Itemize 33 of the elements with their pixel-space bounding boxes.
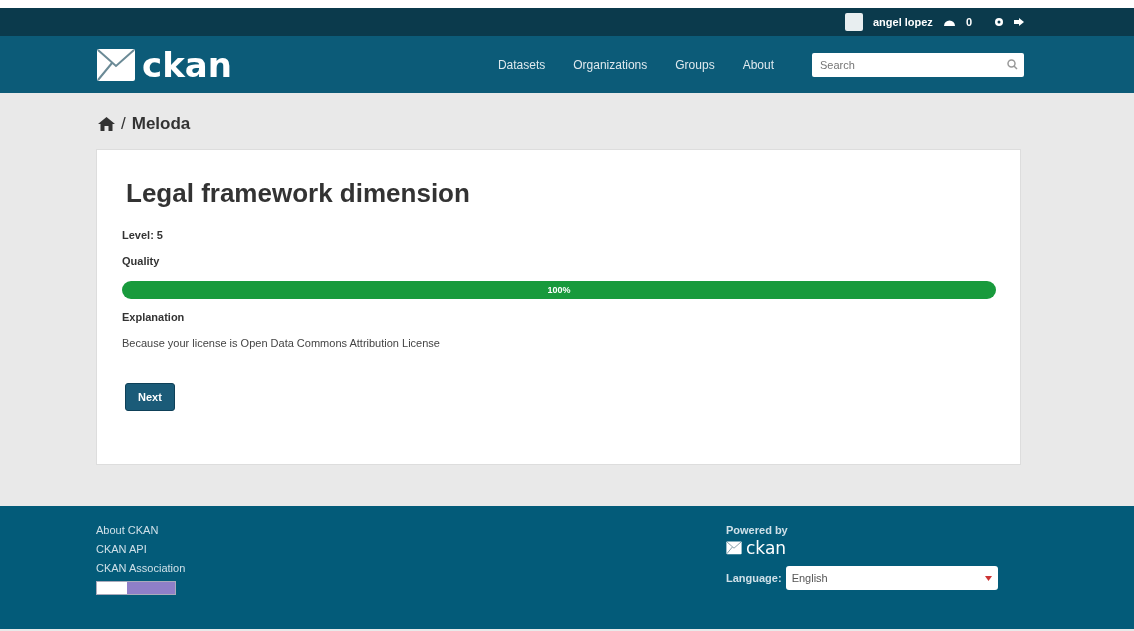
next-button[interactable]: Next: [125, 383, 175, 411]
user-name[interactable]: angel lopez: [872, 16, 933, 28]
logout-icon[interactable]: [1014, 18, 1024, 26]
page-title: Legal framework dimension: [126, 178, 471, 209]
search-icon[interactable]: [1007, 59, 1018, 70]
footer-link[interactable]: About CKAN: [96, 524, 726, 536]
explanation-text: Because your license is Open Data Commons Attribution License: [122, 337, 441, 349]
breadcrumb-link[interactable]: Meloda: [131, 114, 191, 134]
footer-logo[interactable]: ckan: [746, 538, 787, 558]
nav-link[interactable]: About: [742, 57, 774, 72]
progress-reading: 100%: [547, 285, 571, 295]
envelope-logo-icon: [726, 541, 742, 555]
dropdown-caret-icon[interactable]: [984, 575, 992, 581]
envelope-logo-icon: [96, 47, 136, 82]
settings-icon[interactable]: [994, 17, 1004, 27]
level-label: Level: 5: [122, 229, 164, 241]
site-logo[interactable]: ckan: [142, 44, 232, 85]
search-box[interactable]: Search: [812, 52, 1024, 77]
powered-by-label: Powered by: [726, 524, 789, 536]
language-select[interactable]: English: [785, 566, 998, 590]
footer-link[interactable]: CKAN API: [96, 543, 726, 555]
nav-link[interactable]: Organizations: [573, 57, 648, 72]
language-label: Language:: [726, 572, 782, 584]
quality-label: Quality: [122, 255, 161, 267]
nav-link[interactable]: Datasets: [497, 57, 546, 72]
open-data-badge[interactable]: [96, 581, 176, 595]
explanation-label: Explanation: [122, 311, 186, 323]
user-avatar[interactable]: [844, 13, 863, 31]
footer-link[interactable]: CKAN Association: [96, 562, 726, 574]
home-icon[interactable]: [98, 117, 115, 131]
notification-count: 0: [965, 16, 972, 28]
breadcrumb-separator: /: [121, 114, 126, 134]
nav-link[interactable]: Groups: [675, 57, 715, 72]
